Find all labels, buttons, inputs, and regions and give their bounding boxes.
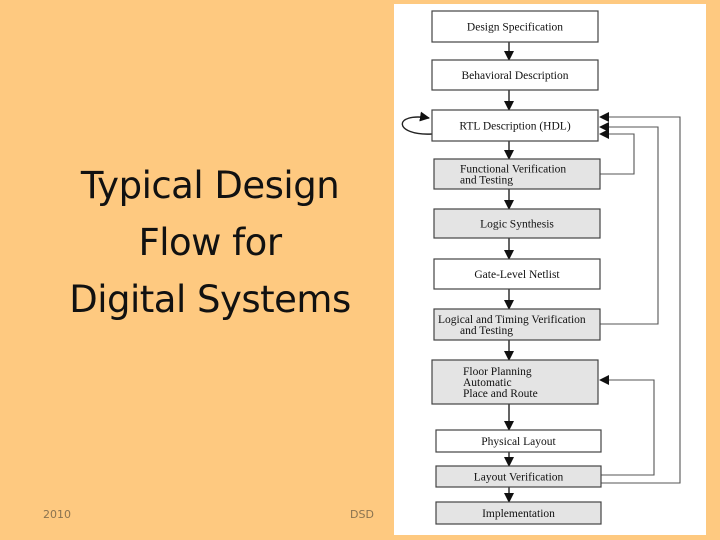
footer-course: DSD [350, 508, 374, 521]
flow-step-design-spec: Design Specification [431, 10, 599, 43]
feedback-layout-to-floorplan [599, 375, 655, 476]
feedback-layout-to-rtl [599, 112, 681, 484]
flow-step-label: Gate-Level Netlist [474, 269, 560, 281]
flow-step-physical-layout: Physical Layout [435, 429, 602, 453]
flow-step-gate-level-netlist: Gate-Level Netlist [433, 258, 601, 290]
title-line-1: Typical Design [80, 164, 340, 207]
feedback-functional-to-rtl [599, 129, 635, 175]
flow-step-logic-synthesis: Logic Synthesis [433, 208, 601, 239]
flow-step-label: Design Specification [467, 22, 563, 34]
flow-step-layout-verification: Layout Verification [435, 465, 602, 488]
footer-date: 2010 [43, 508, 71, 521]
flow-step-label: Layout Verification [474, 472, 564, 484]
flow-step-label: RTL Description (HDL) [459, 121, 570, 133]
flow-step-label: and Testing [460, 325, 513, 337]
flow-step-functional-verification: Functional Verificationand Testing [433, 158, 601, 190]
flow-step-logical-timing-verification: Logical and Timing Verificationand Testi… [433, 308, 601, 341]
flow-step-behavioral: Behavioral Description [431, 59, 599, 91]
feedback-rtl-self-loop [401, 111, 433, 135]
flow-step-implementation: Implementation [435, 501, 602, 525]
flow-step-floor-planning: Floor PlanningAutomaticPlace and Route [431, 359, 599, 405]
slide-title: Typical Design Flow for Digital Systems [40, 157, 380, 328]
flow-step-label: and Testing [460, 175, 513, 187]
flow-step-rtl: RTL Description (HDL) [431, 109, 599, 142]
feedback-timing-to-rtl [599, 122, 659, 325]
flow-svg: Design Specification Behavioral Descripti… [401, 10, 681, 525]
flow-step-label: Logic Synthesis [480, 219, 554, 231]
flow-step-label: Place and Route [463, 388, 538, 400]
title-line-3: Digital Systems [69, 278, 351, 321]
design-flow-diagram: Design Specification Behavioral Descripti… [394, 4, 706, 535]
flow-step-label: Implementation [482, 508, 555, 520]
flow-step-label: Behavioral Description [462, 70, 569, 82]
flow-step-label: Physical Layout [481, 436, 556, 448]
title-line-2: Flow for [138, 221, 282, 264]
